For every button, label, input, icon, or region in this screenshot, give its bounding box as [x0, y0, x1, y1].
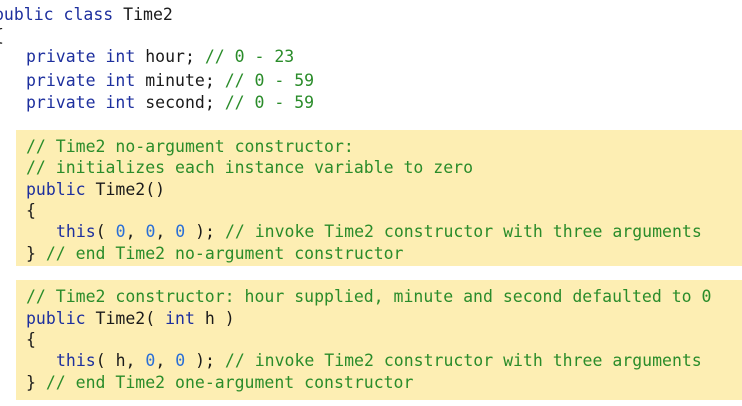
field-name: second; [135, 93, 225, 112]
keyword: private int [26, 47, 136, 66]
comment: // initializes each instance variable to… [26, 158, 474, 177]
separator: , [155, 351, 176, 370]
class-open-brace: { [0, 25, 4, 46]
ctor1-comment-line: // initializes each instance variable to… [26, 157, 473, 178]
statement-end: ); [185, 351, 225, 370]
field-name: minute; [135, 71, 225, 90]
number-literal: 0 [145, 351, 156, 370]
ctor2-signature-line: public Time2( int h ) [26, 308, 235, 329]
keyword: this [56, 222, 96, 241]
paren: ( [95, 222, 116, 241]
keyword: public class [0, 5, 114, 24]
ctor2-close-line: } // end Time2 one-argument constructor [26, 372, 413, 393]
number-literal: 0 [115, 222, 126, 241]
number-literal: 0 [145, 222, 156, 241]
signature: Time2() [85, 180, 166, 199]
comment: // 0 - 59 [224, 71, 315, 90]
comment: // end Time2 no-argument constructor [35, 244, 404, 263]
keyword: this [56, 351, 96, 370]
ctor1-open-brace: { [26, 201, 36, 220]
class-name: Time2 [113, 5, 173, 24]
ctor1-body-line: this( 0, 0, 0 ); // invoke Time2 constru… [56, 221, 702, 242]
keyword: private int [26, 71, 136, 90]
keyword: private int [26, 93, 136, 112]
ctor1-comment-line: // Time2 no-argument constructor: [26, 136, 354, 157]
field-line-hour: private int hour; // 0 - 23 [26, 46, 294, 67]
field-line-minute: private int minute; // 0 - 59 [26, 70, 314, 91]
comment: // Time2 constructor: hour supplied, min… [26, 287, 712, 306]
statement-end: ); [185, 222, 225, 241]
keyword: public [26, 180, 86, 199]
separator: , [155, 222, 176, 241]
comment: // 0 - 23 [204, 47, 295, 66]
ctor1-signature-line: public Time2() [26, 179, 165, 200]
comment: // Time2 no-argument constructor: [26, 137, 354, 156]
comment: // invoke Time2 constructor with three a… [224, 222, 702, 241]
class-declaration-line: public class Time2 [0, 4, 173, 25]
ctor2-open-brace: { [26, 330, 36, 349]
keyword: int [165, 309, 195, 328]
keyword: public [26, 309, 86, 328]
paren: ( h, [95, 351, 146, 370]
field-name: hour; [135, 47, 205, 66]
close-brace: } [26, 244, 36, 263]
comment: // 0 - 59 [224, 93, 315, 112]
separator: , [125, 222, 146, 241]
ctor2-body-line: this( h, 0, 0 ); // invoke Time2 constru… [56, 350, 702, 371]
number-literal: 0 [175, 351, 186, 370]
comment: // end Time2 one-argument constructor [35, 373, 414, 392]
close-brace: } [26, 373, 36, 392]
number-literal: 0 [175, 222, 186, 241]
ctor1-close-line: } // end Time2 no-argument constructor [26, 243, 404, 264]
signature: Time2( [85, 309, 166, 328]
signature: h ) [194, 309, 235, 328]
comment: // invoke Time2 constructor with three a… [224, 351, 702, 370]
ctor2-comment-line: // Time2 constructor: hour supplied, min… [26, 286, 711, 307]
field-line-second: private int second; // 0 - 59 [26, 92, 314, 113]
